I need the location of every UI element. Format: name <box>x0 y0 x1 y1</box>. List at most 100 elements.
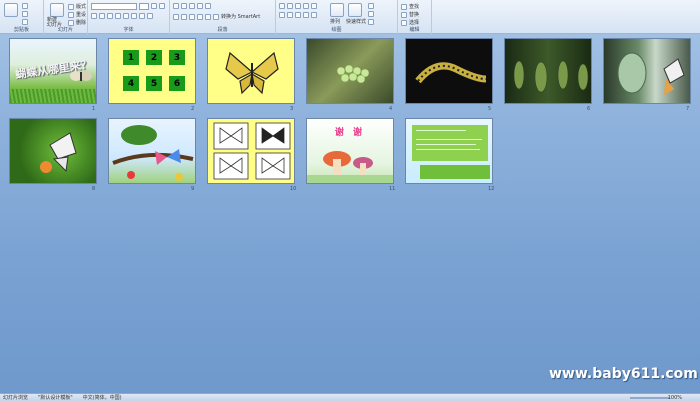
decrease-indent-icon[interactable] <box>189 3 195 9</box>
number-box: 4 <box>123 76 139 91</box>
slide-number: 4 <box>389 106 393 112</box>
slide-thumbnail[interactable]: 1 2 3 4 5 6 <box>108 38 196 104</box>
slide-thumbnail[interactable]: 蝴蝶从哪里来？ <box>9 38 97 104</box>
numbering-icon[interactable] <box>181 3 187 9</box>
shadow-icon[interactable] <box>123 13 129 19</box>
font-name-combo[interactable] <box>91 3 137 10</box>
find-icon[interactable] <box>401 3 407 10</box>
arrange-button[interactable] <box>330 3 344 17</box>
shape-outline-icon[interactable] <box>368 11 374 17</box>
select-label[interactable]: 选择 <box>409 19 419 26</box>
quick-styles-label: 快速样式 <box>346 19 367 25</box>
delete-icon[interactable] <box>68 19 74 26</box>
shape-callout-icon[interactable] <box>303 12 309 18</box>
shape-triangle-icon[interactable] <box>279 12 285 18</box>
shrink-font-icon[interactable] <box>159 3 165 9</box>
shape-curve-icon[interactable] <box>287 12 293 18</box>
slide-number: 11 <box>389 186 396 192</box>
slide-thumbnail[interactable] <box>306 38 394 104</box>
watermark: www.baby611.com <box>549 366 698 382</box>
butterfly-eggs-icon <box>336 64 370 84</box>
slide-number: 8 <box>92 186 96 192</box>
smartart-label[interactable]: 转换为 SmartArt <box>221 13 260 20</box>
slide-thumbnail[interactable] <box>405 38 493 104</box>
format-painter-icon[interactable] <box>22 19 28 25</box>
text-box <box>420 165 490 179</box>
shape-brace-icon[interactable] <box>295 12 301 18</box>
bold-icon[interactable] <box>91 13 97 19</box>
slide-thumbnail[interactable] <box>9 118 97 184</box>
bullets-icon[interactable] <box>173 3 179 9</box>
ribbon: 剪贴板 新建 幻灯片 版式 重设 删除 幻灯片 字体 转换为 SmartArt … <box>0 0 700 34</box>
slide-number: 6 <box>587 106 591 112</box>
line-spacing-icon[interactable] <box>205 3 211 9</box>
copy-icon[interactable] <box>22 11 28 17</box>
reset-icon[interactable] <box>68 11 74 18</box>
slide-thumbnail[interactable] <box>207 118 295 184</box>
shape-effects-icon[interactable] <box>368 19 374 25</box>
increase-indent-icon[interactable] <box>197 3 203 9</box>
find-label[interactable]: 查找 <box>409 3 419 10</box>
shape-arrow-icon[interactable] <box>303 3 309 9</box>
slide-number: 1 <box>92 106 96 112</box>
zoom-level[interactable]: 100% <box>668 395 682 401</box>
align-center-icon[interactable] <box>181 13 187 20</box>
chrysalis-icon <box>513 60 589 93</box>
shape-star-icon[interactable] <box>311 3 317 9</box>
status-bar: 幻灯片浏览 "默认设计模板" 中文(简体，中国) 100% <box>0 393 700 401</box>
ribbon-group-font: 字体 <box>88 0 170 34</box>
paste-button[interactable] <box>4 3 18 17</box>
ribbon-group-clipboard: 剪贴板 <box>0 0 44 34</box>
layout-icon[interactable] <box>68 3 74 10</box>
zoom-slider[interactable] <box>630 397 670 399</box>
strikethrough-icon[interactable] <box>115 13 121 19</box>
slide-number: 10 <box>290 186 297 192</box>
ribbon-group-editing: 查找 替换 选择 编辑 <box>398 0 432 34</box>
shape-line-icon[interactable] <box>279 3 285 9</box>
replace-label[interactable]: 替换 <box>409 11 419 18</box>
shape-rect-icon[interactable] <box>287 3 293 9</box>
ribbon-group-label: 段落 <box>217 27 228 33</box>
ribbon-group-label: 字体 <box>123 27 134 33</box>
align-left-icon[interactable] <box>173 13 179 20</box>
arrange-label: 排列 <box>330 19 341 25</box>
slide-thumbnail[interactable] <box>108 118 196 184</box>
caterpillar-icon <box>415 62 487 84</box>
justify-icon[interactable] <box>197 13 203 20</box>
slide-thumbnail[interactable] <box>207 38 295 104</box>
number-box: 2 <box>146 50 162 65</box>
ribbon-group-slides: 新建 幻灯片 版式 重设 删除 幻灯片 <box>44 0 88 34</box>
slide-thumbnail[interactable] <box>504 38 592 104</box>
select-icon[interactable] <box>401 19 407 26</box>
change-case-icon[interactable] <box>139 13 145 19</box>
underline-icon[interactable] <box>107 13 113 19</box>
ribbon-group-label: 幻灯片 <box>57 27 73 33</box>
slide-thumbnail[interactable]: 谢 谢 <box>306 118 394 184</box>
italic-icon[interactable] <box>99 13 105 19</box>
shape-oval-icon[interactable] <box>295 3 301 9</box>
ribbon-group-label: 编辑 <box>409 27 420 33</box>
new-slide-button[interactable] <box>50 3 64 17</box>
replace-icon[interactable] <box>401 11 407 18</box>
align-right-icon[interactable] <box>189 13 195 20</box>
smartart-icon[interactable] <box>213 13 219 20</box>
grow-font-icon[interactable] <box>151 3 157 9</box>
delete-label: 删除 <box>76 20 87 26</box>
cut-icon[interactable] <box>22 3 28 9</box>
butterfly-icon <box>70 71 92 81</box>
font-size-combo[interactable] <box>139 3 149 10</box>
butterfly-outlines-icon <box>213 122 291 180</box>
quick-styles-button[interactable] <box>348 3 362 17</box>
slide-number: 2 <box>191 106 195 112</box>
language-label[interactable]: 中文(简体，中国) <box>83 394 122 401</box>
shape-more-icon[interactable] <box>311 12 317 18</box>
spacing-icon[interactable] <box>131 13 137 19</box>
shape-fill-icon[interactable] <box>368 3 374 9</box>
font-color-icon[interactable] <box>147 13 153 19</box>
slide-thumbnail[interactable] <box>405 118 493 184</box>
slide-thumbnail[interactable] <box>603 38 691 104</box>
theme-label: "默认设计模板" <box>38 395 73 401</box>
ribbon-group-drawing: 排列 快速样式 绘图 <box>276 0 398 34</box>
columns-icon[interactable] <box>205 13 211 20</box>
emerging-butterfly-icon <box>617 52 685 95</box>
